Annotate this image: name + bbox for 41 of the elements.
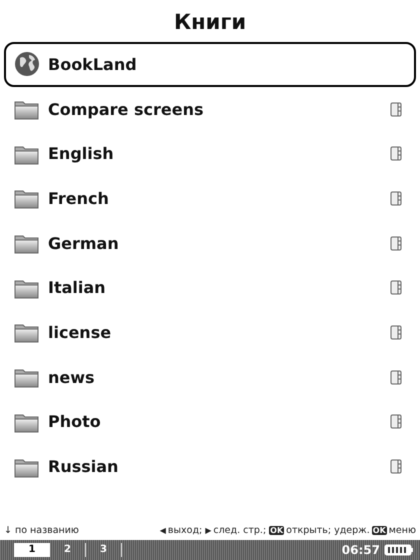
list-item[interactable]: German — [4, 220, 416, 266]
list-item[interactable]: Photo — [4, 400, 416, 444]
key-hint: OK открыть; — [269, 524, 332, 536]
book-icon — [390, 280, 402, 296]
page-tab[interactable]: 2 — [50, 543, 86, 557]
item-label: Photo — [48, 412, 102, 432]
item-label: English — [48, 144, 115, 164]
book-icon — [390, 459, 402, 474]
item-label: BookLand — [48, 54, 138, 74]
book-icon — [390, 146, 402, 162]
book-icon — [390, 324, 402, 340]
item-label: Italian — [48, 278, 107, 298]
key-hint: ▶ след. стр.; — [205, 524, 266, 536]
list-item[interactable]: license — [4, 310, 416, 355]
key-hint: ◀ выход; — [160, 524, 202, 536]
list-item[interactable]: Russian — [4, 444, 416, 489]
list-item[interactable]: BookLand — [4, 42, 416, 87]
item-label: license — [48, 322, 112, 342]
list-item[interactable]: Italian — [4, 265, 416, 310]
list-item[interactable]: news — [4, 354, 416, 400]
key-hint: удерж. OK меню — [334, 524, 416, 536]
item-label: French — [48, 188, 110, 208]
list-item[interactable]: English — [4, 131, 416, 176]
item-label: Russian — [48, 457, 120, 476]
list-item[interactable]: French — [4, 176, 416, 221]
book-icon — [390, 102, 402, 117]
page-tab[interactable]: 3 — [86, 543, 122, 557]
clock: 06:57 — [342, 543, 380, 557]
battery-icon — [384, 544, 414, 556]
screen-title: Книги — [174, 9, 246, 36]
list-item[interactable]: Compare screens — [4, 86, 416, 132]
book-icon — [390, 190, 402, 206]
book-icon — [390, 236, 402, 251]
book-icon — [390, 370, 402, 385]
item-label: Compare screens — [48, 100, 204, 119]
page-tab[interactable]: 1 — [14, 543, 50, 557]
item-label: German — [48, 234, 120, 253]
globe-icon — [14, 51, 40, 78]
sort-label: ↓ по названию — [4, 524, 79, 536]
book-icon — [390, 414, 402, 430]
item-label: news — [48, 368, 96, 387]
